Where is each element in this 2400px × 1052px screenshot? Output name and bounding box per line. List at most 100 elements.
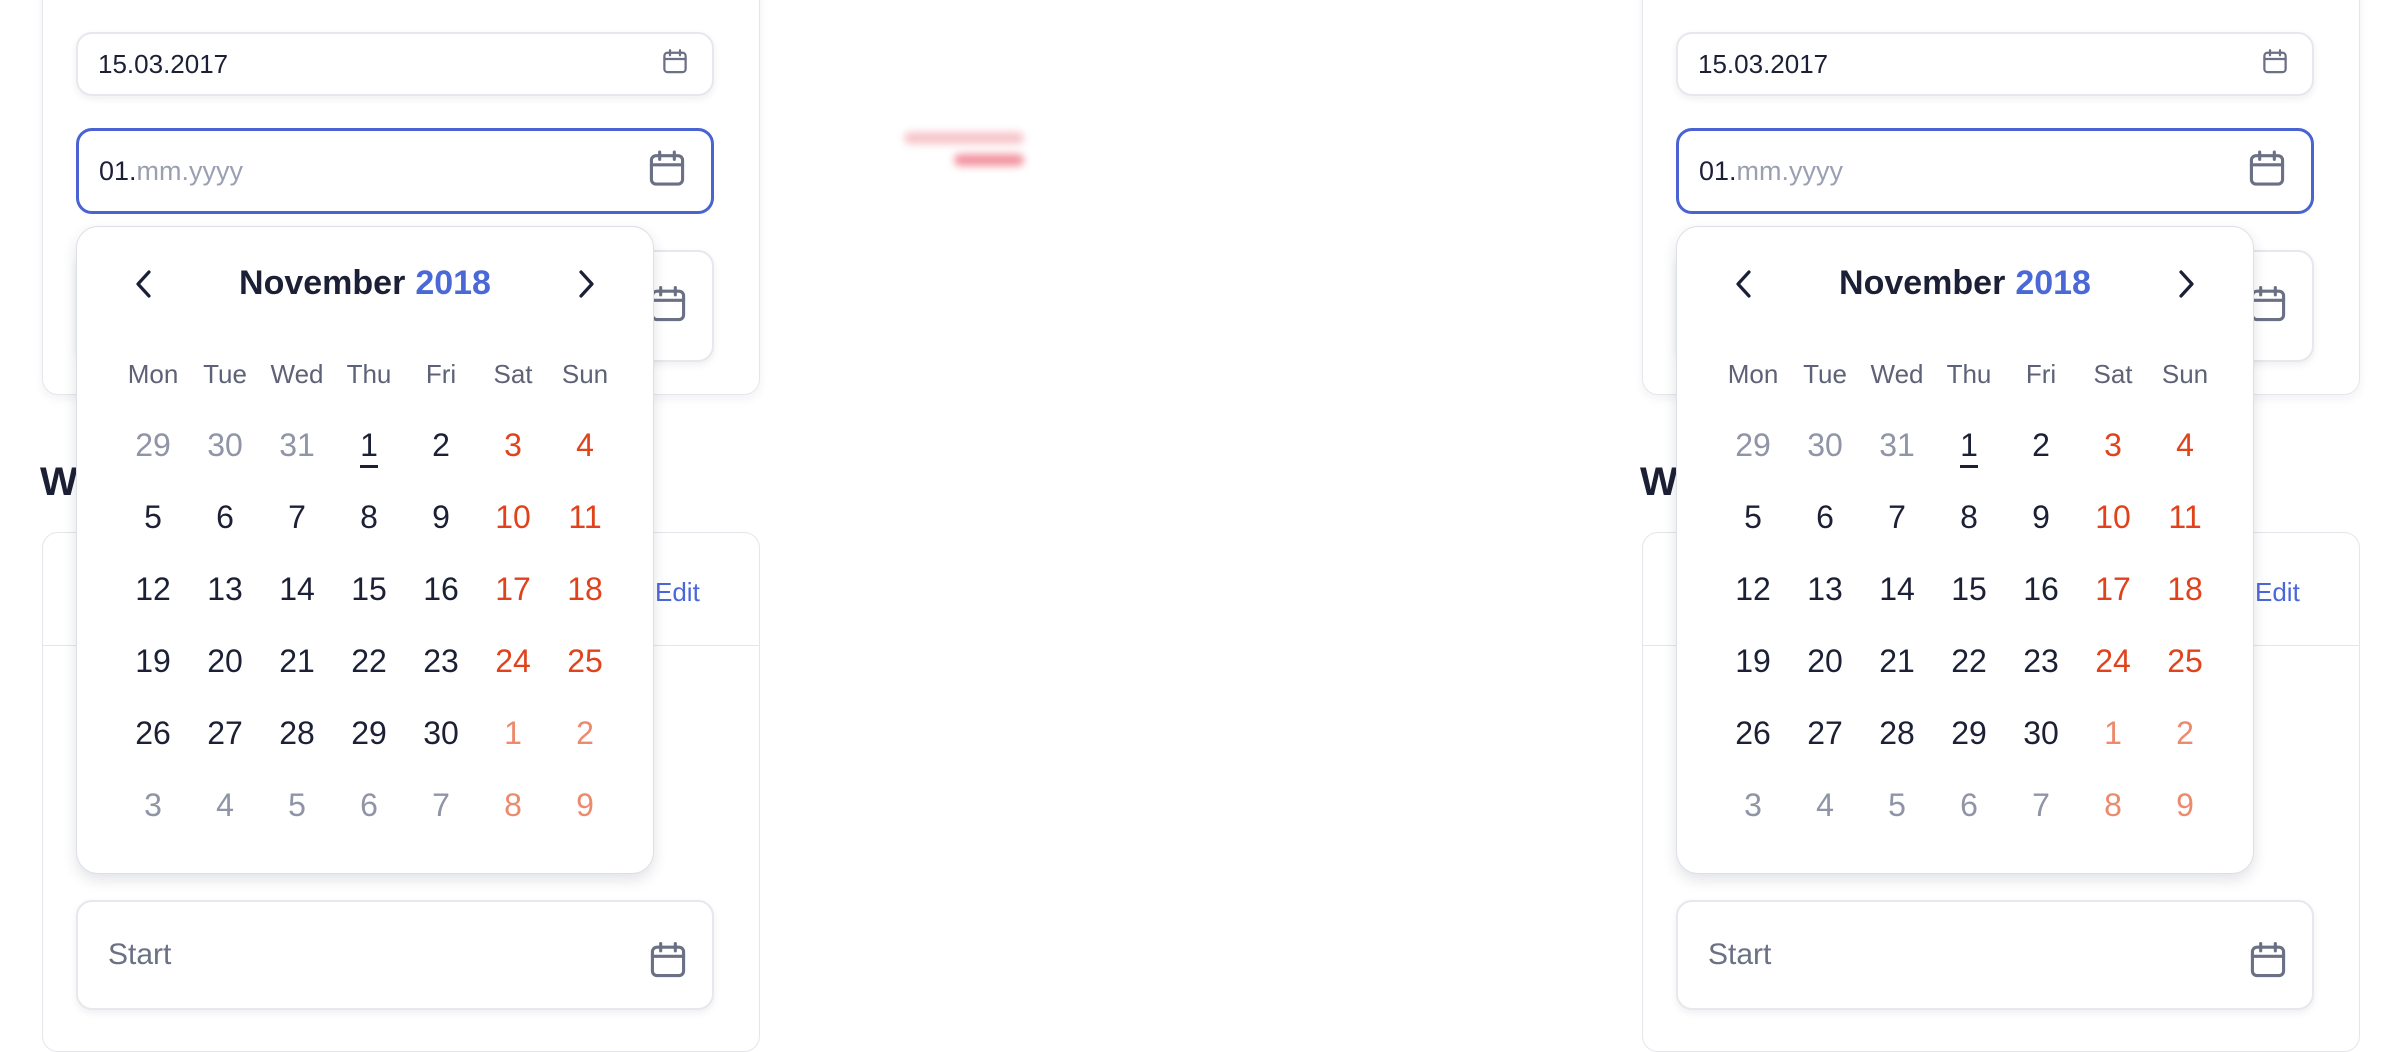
calendar-day[interactable]: 9: [549, 787, 621, 824]
calendar-day[interactable]: 31: [261, 427, 333, 464]
calendar-day[interactable]: 7: [1861, 499, 1933, 536]
calendar-day[interactable]: 25: [2149, 643, 2221, 680]
calendar-day[interactable]: 1: [1933, 426, 2005, 468]
calendar-day[interactable]: 18: [549, 571, 621, 608]
calendar-day[interactable]: 22: [333, 643, 405, 680]
calendar-day[interactable]: 21: [1861, 643, 1933, 680]
calendar-day[interactable]: 27: [1789, 715, 1861, 752]
chevron-right-icon[interactable]: [2169, 267, 2201, 301]
calendar-day[interactable]: 19: [1717, 643, 1789, 680]
calendar-day[interactable]: 4: [1789, 787, 1861, 824]
calendar-day[interactable]: 27: [189, 715, 261, 752]
calendar-day[interactable]: 18: [2149, 571, 2221, 608]
start-date-field[interactable]: Start: [1676, 900, 2314, 1010]
calendar-day[interactable]: 7: [261, 499, 333, 536]
calendar-icon[interactable]: [2246, 938, 2290, 987]
calendar-day[interactable]: 23: [2005, 643, 2077, 680]
calendar-day[interactable]: 28: [261, 715, 333, 752]
calendar-day[interactable]: 2: [2005, 427, 2077, 464]
calendar-day[interactable]: 9: [2149, 787, 2221, 824]
calendar-day[interactable]: 4: [2149, 427, 2221, 464]
calendar-day[interactable]: 28: [1861, 715, 1933, 752]
calendar-day[interactable]: 30: [2005, 715, 2077, 752]
date-field-filled[interactable]: 15.03.2017: [76, 32, 714, 96]
calendar-day[interactable]: 3: [2077, 427, 2149, 464]
calendar-day[interactable]: 1: [333, 426, 405, 468]
calendar-day[interactable]: 30: [1789, 427, 1861, 464]
calendar-day[interactable]: 17: [477, 571, 549, 608]
calendar-day[interactable]: 16: [2005, 571, 2077, 608]
chevron-left-icon[interactable]: [129, 267, 161, 301]
calendar-day[interactable]: 5: [117, 499, 189, 536]
calendar-day[interactable]: 7: [2005, 787, 2077, 824]
calendar-day[interactable]: 31: [1861, 427, 1933, 464]
date-field-filled[interactable]: 15.03.2017: [1676, 32, 2314, 96]
edit-link[interactable]: Edit: [2255, 577, 2300, 608]
calendar-day[interactable]: 20: [189, 643, 261, 680]
calendar-day[interactable]: 23: [405, 643, 477, 680]
calendar-day[interactable]: 19: [117, 643, 189, 680]
calendar-year[interactable]: 2018: [2015, 264, 2091, 302]
calendar-day[interactable]: 29: [1933, 715, 2005, 752]
calendar-day[interactable]: 12: [1717, 571, 1789, 608]
chevron-left-icon[interactable]: [1729, 267, 1761, 301]
calendar-day[interactable]: 25: [549, 643, 621, 680]
calendar-day[interactable]: 17: [2077, 571, 2149, 608]
calendar-day[interactable]: 3: [477, 427, 549, 464]
calendar-day[interactable]: 11: [2149, 499, 2221, 536]
edit-link[interactable]: Edit: [655, 577, 700, 608]
calendar-day[interactable]: 4: [549, 427, 621, 464]
calendar-day[interactable]: 24: [477, 643, 549, 680]
chevron-right-icon[interactable]: [569, 267, 601, 301]
calendar-day[interactable]: 8: [477, 787, 549, 824]
calendar-day[interactable]: 16: [405, 571, 477, 608]
calendar-day[interactable]: 30: [405, 715, 477, 752]
calendar-day[interactable]: 15: [333, 571, 405, 608]
date-field-input[interactable]: 01.mm.yyyy: [1699, 156, 2291, 187]
calendar-day[interactable]: 5: [1861, 787, 1933, 824]
calendar-day[interactable]: 2: [405, 427, 477, 464]
calendar-day[interactable]: 1: [2077, 715, 2149, 752]
calendar-day[interactable]: 1: [477, 715, 549, 752]
calendar-day[interactable]: 29: [333, 715, 405, 752]
calendar-day[interactable]: 22: [1933, 643, 2005, 680]
date-field-input[interactable]: 01.mm.yyyy: [99, 156, 691, 187]
calendar-day[interactable]: 14: [1861, 571, 1933, 608]
calendar-day[interactable]: 24: [2077, 643, 2149, 680]
calendar-day[interactable]: 26: [117, 715, 189, 752]
calendar-day[interactable]: 20: [1789, 643, 1861, 680]
calendar-day[interactable]: 10: [2077, 499, 2149, 536]
calendar-day[interactable]: 15: [1933, 571, 2005, 608]
calendar-day[interactable]: 8: [1933, 499, 2005, 536]
calendar-day[interactable]: 6: [1933, 787, 2005, 824]
calendar-day[interactable]: 21: [261, 643, 333, 680]
calendar-day[interactable]: 3: [117, 787, 189, 824]
calendar-day[interactable]: 8: [333, 499, 405, 536]
calendar-icon[interactable]: [660, 47, 690, 82]
calendar-day[interactable]: 9: [2005, 499, 2077, 536]
calendar-day[interactable]: 12: [117, 571, 189, 608]
calendar-day[interactable]: 8: [2077, 787, 2149, 824]
calendar-day[interactable]: 6: [189, 499, 261, 536]
calendar-icon[interactable]: [645, 147, 689, 196]
calendar-day[interactable]: 6: [1789, 499, 1861, 536]
calendar-day[interactable]: 29: [117, 427, 189, 464]
calendar-day[interactable]: 13: [189, 571, 261, 608]
calendar-day[interactable]: 5: [261, 787, 333, 824]
calendar-day[interactable]: 6: [333, 787, 405, 824]
calendar-day[interactable]: 5: [1717, 499, 1789, 536]
calendar-year[interactable]: 2018: [415, 264, 491, 302]
calendar-icon[interactable]: [646, 938, 690, 987]
calendar-day[interactable]: 14: [261, 571, 333, 608]
calendar-day[interactable]: 11: [549, 499, 621, 536]
calendar-day[interactable]: 13: [1789, 571, 1861, 608]
calendar-day[interactable]: 3: [1717, 787, 1789, 824]
calendar-day[interactable]: 10: [477, 499, 549, 536]
calendar-icon[interactable]: [2260, 47, 2290, 82]
date-field-active[interactable]: 01.mm.yyyy: [76, 128, 714, 214]
calendar-day[interactable]: 30: [189, 427, 261, 464]
calendar-day[interactable]: 29: [1717, 427, 1789, 464]
calendar-day[interactable]: 9: [405, 499, 477, 536]
calendar-day[interactable]: 2: [549, 715, 621, 752]
calendar-icon[interactable]: [2245, 147, 2289, 196]
